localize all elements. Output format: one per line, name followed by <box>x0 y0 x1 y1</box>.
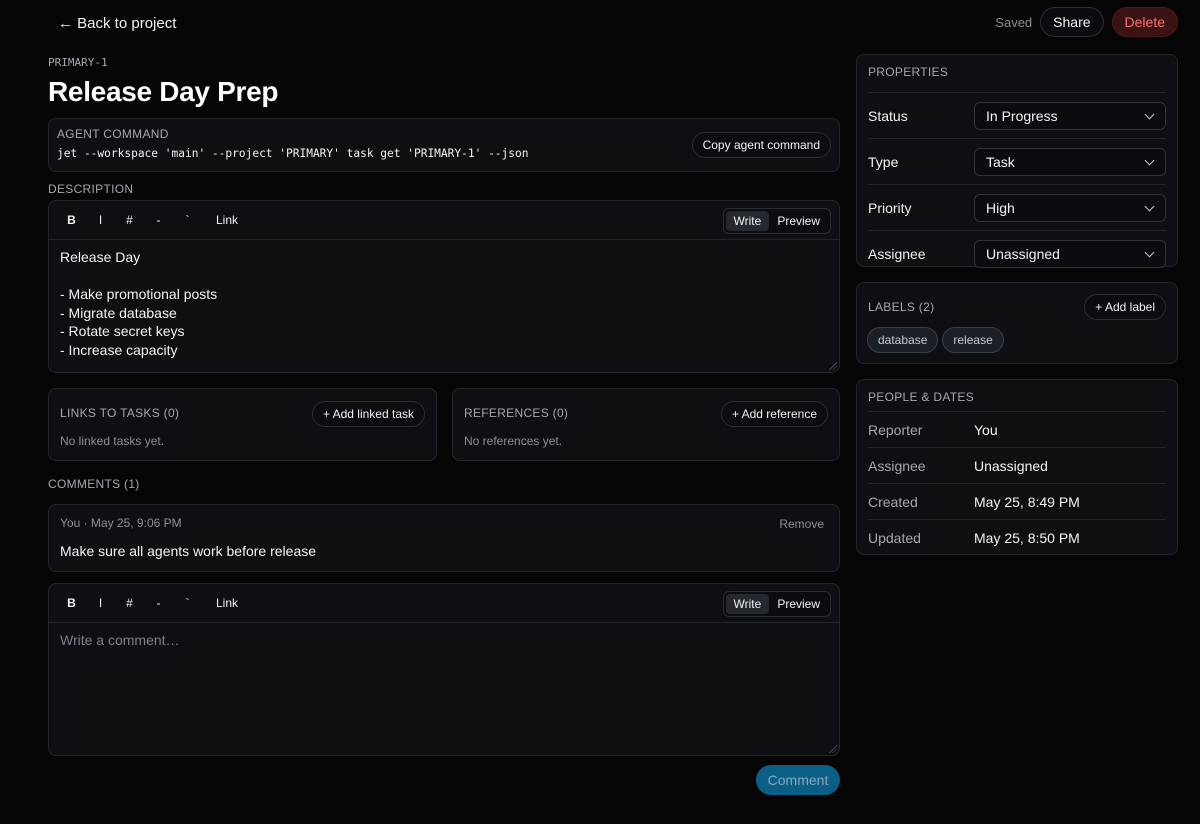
description-label: DESCRIPTION <box>48 182 134 196</box>
task-id: PRIMARY-1 <box>48 56 108 69</box>
page-title: Release Day Prep <box>48 76 279 107</box>
chevron-down-icon <box>1144 247 1155 257</box>
property-key: Status <box>868 107 908 124</box>
resize-handle-icon[interactable] <box>829 362 837 370</box>
links-to-tasks-card: LINKS TO TASKS (0) + Add linked task No … <box>48 388 437 461</box>
code-button[interactable]: ` <box>173 596 202 610</box>
references-empty-text: No references yet. <box>464 434 563 448</box>
comment-meta: You · May 25, 9:06 PM <box>60 516 182 530</box>
description-textarea[interactable]: Release Day - Make promotional posts - M… <box>49 240 839 367</box>
write-preview-toggle: Write Preview <box>722 208 831 234</box>
share-button[interactable]: Share <box>1040 7 1104 37</box>
tab-write[interactable]: Write <box>725 594 770 614</box>
label-list: database release <box>867 327 1008 353</box>
property-assignee: Assignee Unassigned <box>868 230 1166 276</box>
links-empty-text: No linked tasks yet. <box>60 434 165 448</box>
agent-command-card: AGENT COMMAND jet --workspace 'main' --p… <box>48 118 840 172</box>
list-button[interactable]: - <box>144 596 173 610</box>
delete-button[interactable]: Delete <box>1111 7 1178 37</box>
heading-button[interactable]: # <box>115 213 144 227</box>
date-row: Updated May 25, 8:50 PM <box>868 519 1166 555</box>
back-to-project-link[interactable]: ← Back to project <box>58 12 176 34</box>
bold-button[interactable]: B <box>57 596 86 610</box>
add-reference-button[interactable]: + Add reference <box>720 401 828 427</box>
chevron-down-icon <box>1144 155 1155 165</box>
labels-panel: LABELS (2) + Add label database release <box>856 282 1178 364</box>
saved-status: Saved <box>995 14 1033 30</box>
chevron-down-icon <box>1144 201 1155 211</box>
references-title: REFERENCES (0) <box>464 406 569 420</box>
chevron-down-icon <box>1144 109 1155 119</box>
italic-button[interactable]: I <box>86 596 115 610</box>
property-key: Priority <box>868 199 912 216</box>
comment-write-preview-toggle: Write Preview <box>722 591 831 617</box>
properties-panel: PROPERTIES Status In Progress Type Task … <box>856 54 1178 268</box>
description-editor: B I # - ` Link Write Preview Release Day… <box>48 200 840 373</box>
comment-input[interactable]: Write a comment… <box>49 623 839 658</box>
link-button[interactable]: Link <box>202 596 252 610</box>
properties-title: PROPERTIES <box>868 65 949 79</box>
tab-preview[interactable]: Preview <box>769 211 828 231</box>
comment-toolbar: B I # - ` Link Write Preview <box>49 584 839 623</box>
type-select[interactable]: Task <box>974 147 1166 176</box>
label-chip[interactable]: database <box>867 327 939 353</box>
resize-handle-icon[interactable] <box>829 745 837 753</box>
comment-text: Make sure all agents work before release <box>60 543 317 559</box>
property-priority: Priority High <box>868 184 1166 230</box>
italic-button[interactable]: I <box>86 213 115 227</box>
priority-select[interactable]: High <box>974 193 1166 222</box>
bold-button[interactable]: B <box>57 213 86 227</box>
description-toolbar: B I # - ` Link Write Preview <box>49 201 839 240</box>
header-actions: Saved Share Delete <box>995 7 1178 37</box>
copy-agent-command-button[interactable]: Copy agent command <box>691 132 831 158</box>
heading-button[interactable]: # <box>115 596 144 610</box>
comment-item: You · May 25, 9:06 PM Remove Make sure a… <box>48 504 840 572</box>
status-select[interactable]: In Progress <box>974 101 1166 130</box>
code-button[interactable]: ` <box>173 213 202 227</box>
people-row: Reporter You <box>868 411 1166 447</box>
label-chip[interactable]: release <box>942 327 1004 353</box>
add-linked-task-button[interactable]: + Add linked task <box>311 401 425 427</box>
property-key: Type <box>868 153 899 170</box>
comment-submit-button[interactable]: Comment <box>756 765 840 795</box>
new-comment-editor: B I # - ` Link Write Preview Write a com… <box>48 583 840 756</box>
tab-write[interactable]: Write <box>725 211 770 231</box>
date-row: Created May 25, 8:49 PM <box>868 483 1166 519</box>
property-status: Status In Progress <box>868 92 1166 138</box>
property-key: Assignee <box>868 245 926 262</box>
references-card: REFERENCES (0) + Add reference No refere… <box>452 388 840 461</box>
assignee-select[interactable]: Unassigned <box>974 239 1166 268</box>
comments-title: COMMENTS (1) <box>48 477 140 491</box>
back-label: ← Back to project <box>58 14 177 32</box>
people-dates-title: PEOPLE & DATES <box>868 390 975 404</box>
main-column: PRIMARY-1 Release Day Prep AGENT COMMAND… <box>48 52 840 756</box>
property-type: Type Task <box>868 138 1166 184</box>
tab-preview[interactable]: Preview <box>769 594 828 614</box>
remove-comment-button[interactable]: Remove <box>779 517 824 531</box>
links-title: LINKS TO TASKS (0) <box>60 406 180 420</box>
people-row: Assignee Unassigned <box>868 447 1166 483</box>
labels-title: LABELS (2) <box>868 300 935 314</box>
list-button[interactable]: - <box>144 213 173 227</box>
link-button[interactable]: Link <box>202 213 252 227</box>
add-label-button[interactable]: + Add label <box>1084 294 1166 320</box>
people-dates-panel: PEOPLE & DATES Reporter You Assignee Unass… <box>856 379 1178 555</box>
